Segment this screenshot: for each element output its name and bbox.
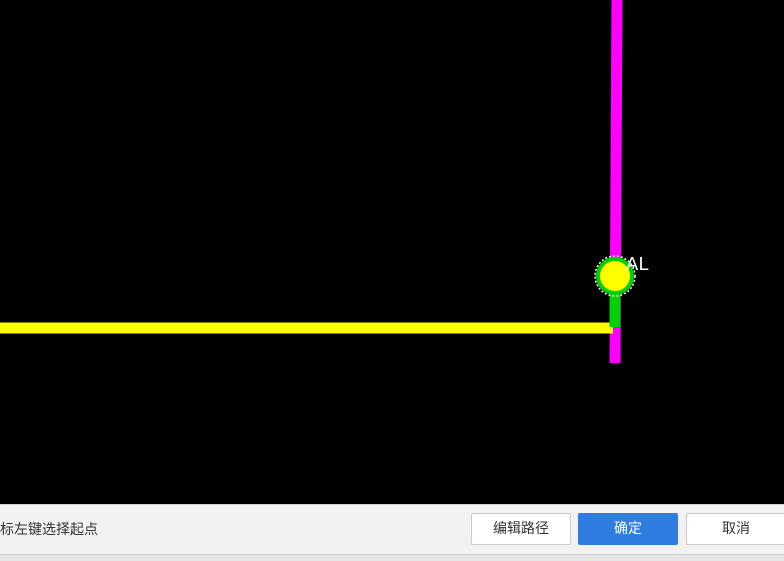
- edit-path-button[interactable]: 编辑路径: [471, 513, 571, 545]
- bottom-toolbar: 标左键选择起点 编辑路径 确定 取消: [0, 504, 784, 555]
- drawing-canvas[interactable]: AL: [0, 0, 784, 504]
- status-hint: 标左键选择起点: [0, 522, 98, 538]
- path-editor-window: AL 标左键选择起点 编辑路径 确定 取消: [0, 0, 784, 561]
- window-bottom-edge: [0, 554, 784, 561]
- node-label: AL: [626, 254, 648, 275]
- canvas-svg: AL: [0, 0, 648, 364]
- ok-button[interactable]: 确定: [578, 513, 678, 545]
- cancel-button[interactable]: 取消: [686, 513, 784, 545]
